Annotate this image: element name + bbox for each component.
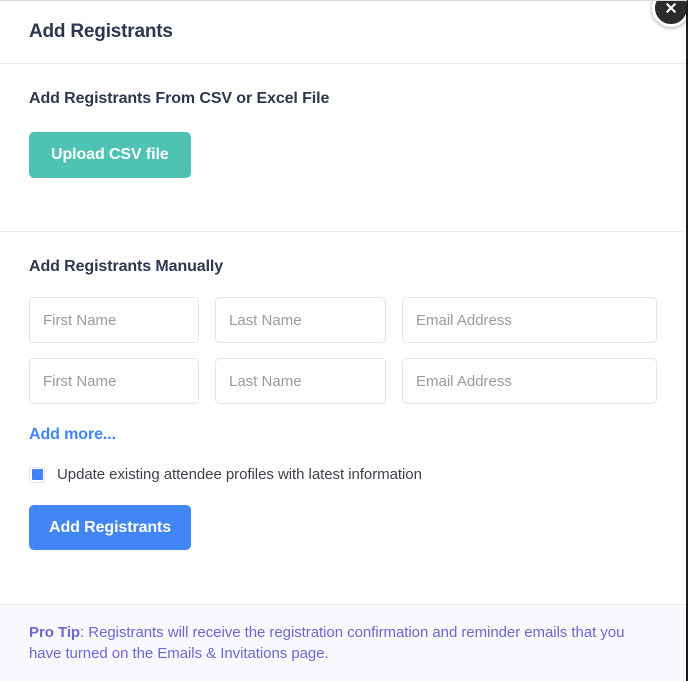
first-name-input-2[interactable] xyxy=(29,358,199,404)
update-profiles-label: Update existing attendee profiles with l… xyxy=(57,466,422,483)
pro-tip-text: Pro Tip: Registrants will receive the re… xyxy=(29,622,657,664)
pro-tip-banner: Pro Tip: Registrants will receive the re… xyxy=(0,604,686,681)
last-name-input-2[interactable] xyxy=(215,358,386,404)
add-more-link[interactable]: Add more... xyxy=(29,426,116,444)
manual-entry-section: Add Registrants Manually Add more... Upd… xyxy=(0,232,686,550)
page-title: Add Registrants xyxy=(29,21,173,42)
first-name-input-1[interactable] xyxy=(29,297,199,343)
upload-csv-button[interactable]: Upload CSV file xyxy=(29,132,191,178)
last-name-input-1[interactable] xyxy=(215,297,386,343)
add-registrants-button[interactable]: Add Registrants xyxy=(29,505,192,550)
modal-header: Add Registrants xyxy=(0,1,686,64)
csv-section-heading: Add Registrants From CSV or Excel File xyxy=(29,90,330,107)
pro-tip-label: Pro Tip xyxy=(29,624,81,641)
update-profiles-checkbox[interactable] xyxy=(29,466,45,483)
checkbox-check-icon xyxy=(31,469,43,480)
registrant-row xyxy=(29,297,657,343)
manual-section-heading: Add Registrants Manually xyxy=(29,258,224,275)
registrant-row xyxy=(29,358,657,404)
email-input-2[interactable] xyxy=(402,358,657,404)
update-profiles-row: Update existing attendee profiles with l… xyxy=(29,466,657,483)
csv-upload-section: Add Registrants From CSV or Excel File U… xyxy=(0,64,686,232)
pro-tip-body: Registrants will receive the registratio… xyxy=(29,624,625,662)
add-registrants-modal: Add Registrants Add Registrants From CSV… xyxy=(0,0,688,681)
email-input-1[interactable] xyxy=(402,297,657,343)
